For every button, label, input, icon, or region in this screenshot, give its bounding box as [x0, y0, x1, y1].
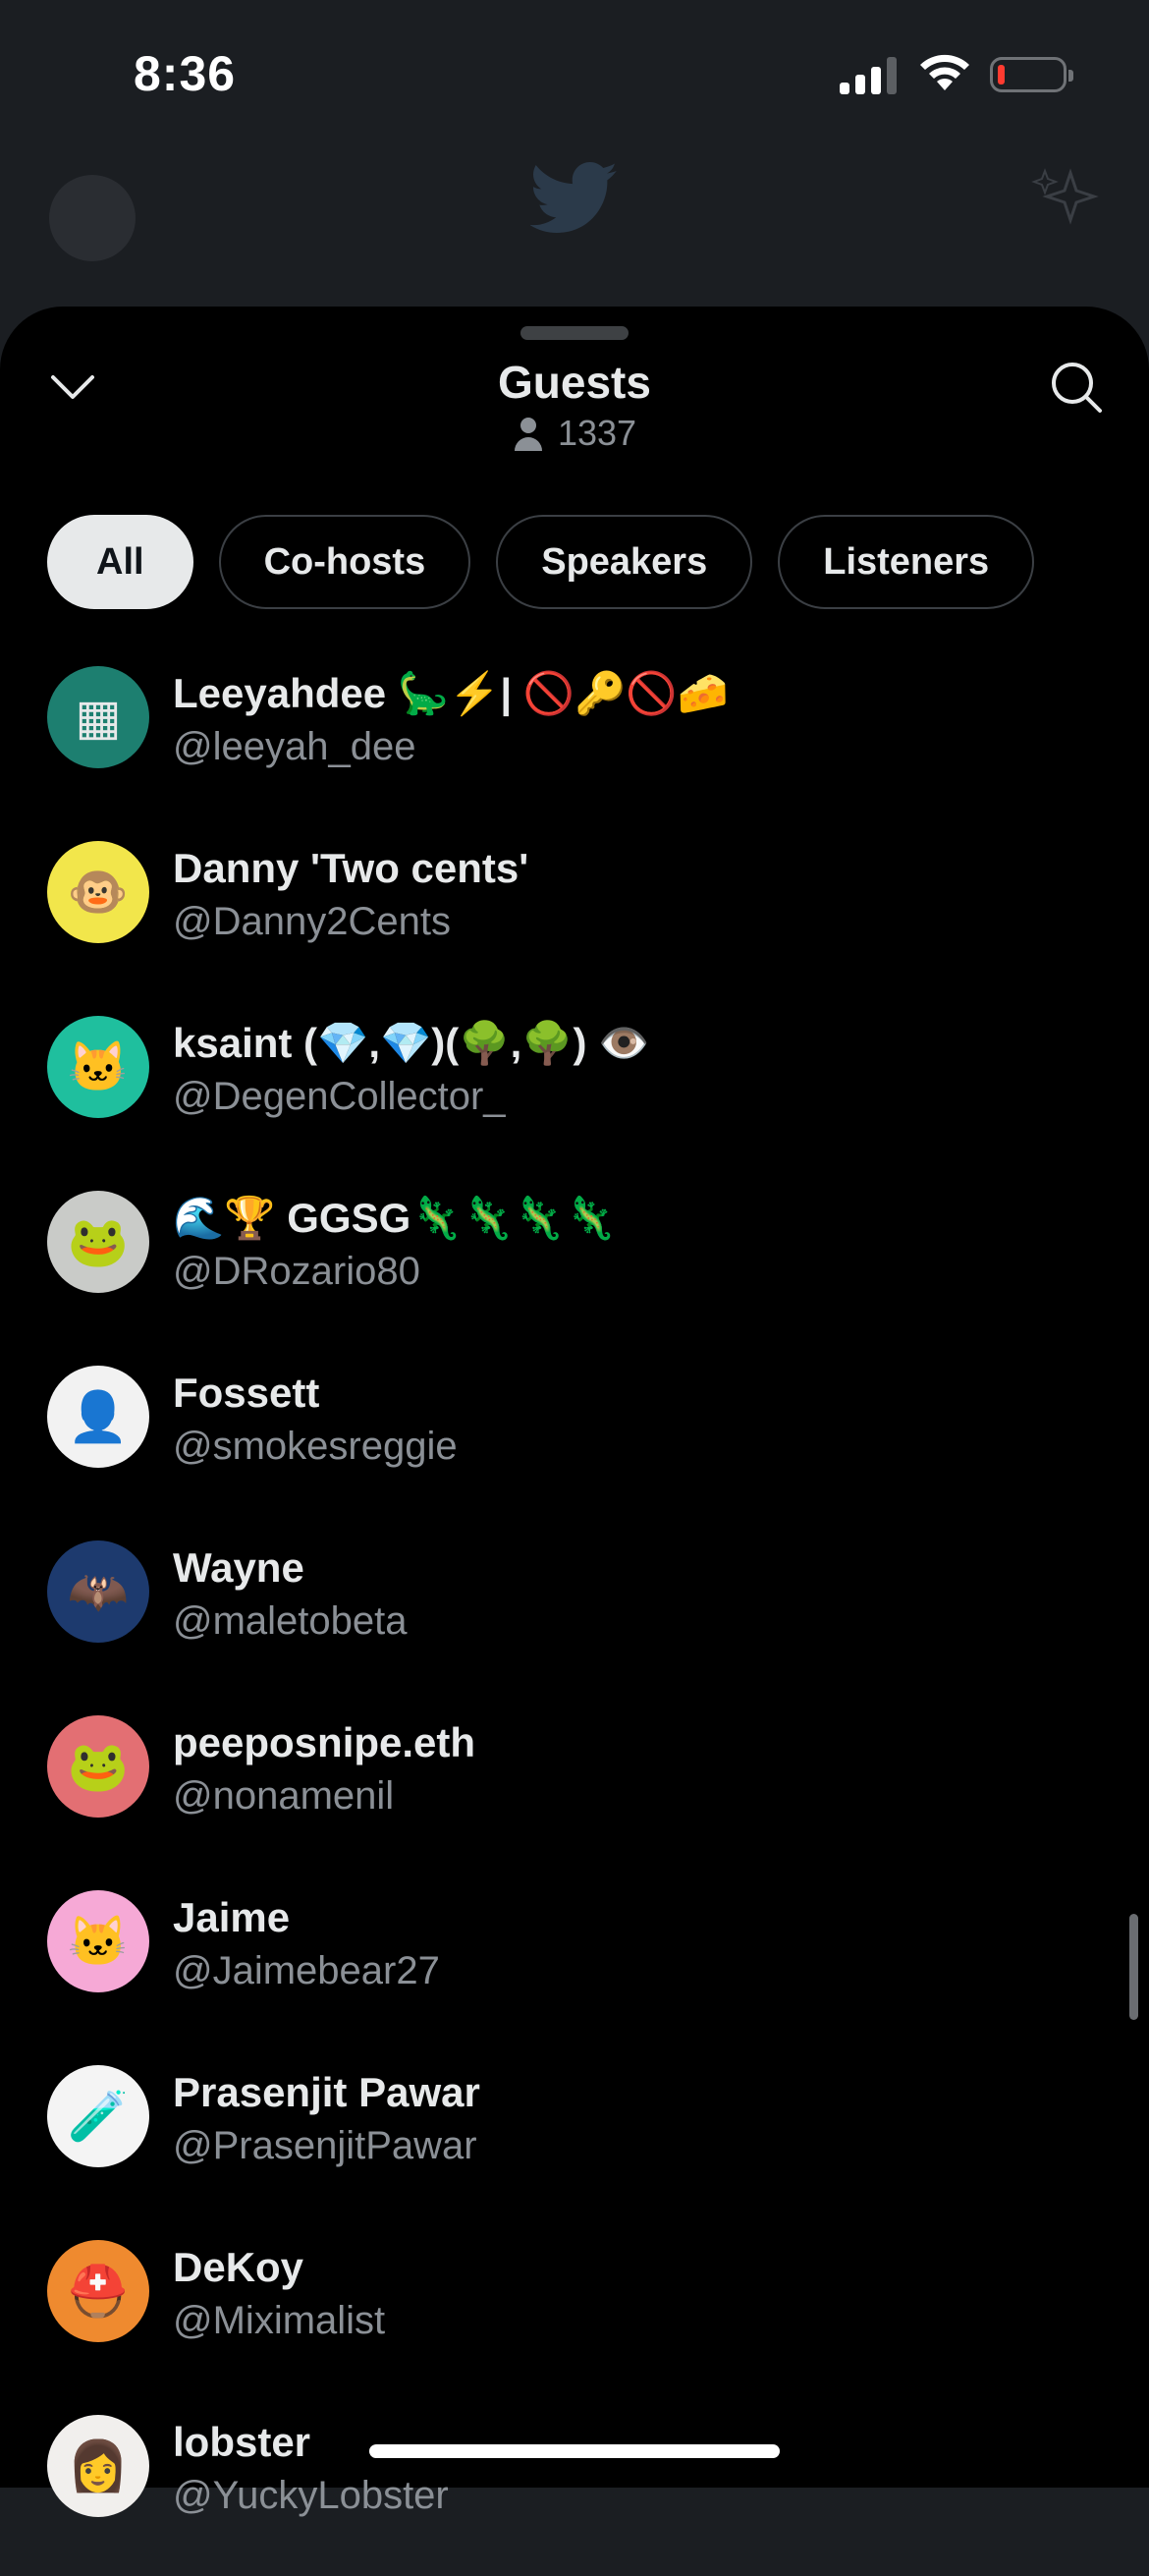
sheet-title: Guests: [498, 357, 651, 408]
guest-row[interactable]: 🧪 Prasenjit Pawar @PrasenjitPawar: [0, 2051, 1149, 2226]
guest-row[interactable]: ⛑️ DeKoy @Miximalist: [0, 2226, 1149, 2401]
guest-name: Wayne: [173, 1544, 304, 1591]
avatar[interactable]: 🐱: [47, 1016, 149, 1118]
guest-name: Leeyahdee 🦕⚡| 🚫🔑🚫🧀: [173, 670, 729, 716]
guest-list: ▦ Leeyahdee 🦕⚡| 🚫🔑🚫🧀 @leeyah_dee 🐵 Danny 'Tw…: [0, 652, 1149, 2576]
avatar[interactable]: 👤: [47, 1366, 149, 1468]
person-icon: [514, 418, 542, 451]
guest-row[interactable]: 🐵 Danny 'Two cents' @Danny2Cents: [0, 827, 1149, 1002]
battery-icon: [990, 57, 1073, 92]
guest-handle: @DegenCollector_: [173, 1075, 506, 1118]
guest-row[interactable]: 🦇 Wayne @maletobeta: [0, 1527, 1149, 1702]
guest-name: Prasenjit Pawar: [173, 2069, 480, 2115]
sparkle-icon: [1031, 168, 1099, 225]
guest-count: 1337: [0, 413, 1149, 454]
guest-handle: @smokesreggie: [173, 1425, 458, 1468]
guest-row[interactable]: 👩 lobster @YuckyLobster: [0, 2401, 1149, 2576]
filter-tabs: All Co-hosts Speakers Listeners: [47, 515, 1035, 609]
status-bar: 8:36: [0, 0, 1149, 147]
avatar[interactable]: ⛑️: [47, 2240, 149, 2342]
guest-name: Jaime: [173, 1894, 291, 1940]
tab-speakers[interactable]: Speakers: [496, 515, 753, 609]
guest-name: 🌊🏆 GGSG🦎🦎🦎🦎: [173, 1195, 617, 1241]
guest-handle: @DRozario80: [173, 1250, 420, 1293]
guest-name: Fossett: [173, 1370, 320, 1416]
avatar[interactable]: 🐸: [47, 1191, 149, 1293]
twitter-logo-icon: [530, 162, 618, 233]
background-avatar: [49, 175, 136, 261]
guest-row[interactable]: 🐸 peeposnipe.eth @nonamenil: [0, 1702, 1149, 1876]
cellular-signal-icon: [840, 57, 899, 94]
guest-row[interactable]: 🐱 ksaint (💎,💎)(🌳,🌳) 👁️ @DegenCollector_: [0, 1002, 1149, 1177]
guest-handle: @YuckyLobster: [173, 2474, 449, 2517]
guest-count-value: 1337: [557, 413, 637, 453]
avatar[interactable]: 👩: [47, 2415, 149, 2517]
guest-name: peeposnipe.eth: [173, 1719, 476, 1765]
home-indicator[interactable]: [369, 2444, 780, 2458]
guest-handle: @maletobeta: [173, 1599, 408, 1643]
avatar[interactable]: 🧪: [47, 2065, 149, 2167]
guest-handle: @Danny2Cents: [173, 900, 451, 943]
wifi-icon: [920, 54, 969, 90]
tab-co-hosts[interactable]: Co-hosts: [218, 515, 471, 609]
guest-handle: @leeyah_dee: [173, 725, 416, 768]
guest-row[interactable]: 👤 Fossett @smokesreggie: [0, 1352, 1149, 1527]
search-icon[interactable]: [1047, 358, 1106, 417]
guest-handle: @Jaimebear27: [173, 1949, 440, 1992]
status-time: 8:36: [134, 46, 237, 101]
guest-name: Danny 'Two cents': [173, 845, 529, 891]
avatar[interactable]: 🐱: [47, 1890, 149, 1992]
guest-row[interactable]: 🐸 🌊🏆 GGSG🦎🦎🦎🦎 @DRozario80: [0, 1177, 1149, 1352]
guest-name: lobster: [173, 2419, 311, 2465]
guest-handle: @nonamenil: [173, 1774, 395, 1818]
sheet-grabber[interactable]: [520, 326, 629, 340]
avatar[interactable]: 🐵: [47, 841, 149, 943]
tab-all[interactable]: All: [47, 515, 193, 609]
guest-name: DeKoy: [173, 2244, 304, 2290]
guests-sheet: Guests 1337 All Co-hosts Speakers Listen…: [0, 307, 1149, 2517]
scroll-indicator[interactable]: [1129, 1914, 1138, 2020]
guest-row[interactable]: 🐱 Jaime @Jaimebear27: [0, 1876, 1149, 2051]
avatar[interactable]: ▦: [47, 666, 149, 768]
guest-handle: @Miximalist: [173, 2299, 386, 2342]
guest-name: ksaint (💎,💎)(🌳,🌳) 👁️: [173, 1020, 650, 1066]
tab-listeners[interactable]: Listeners: [778, 515, 1035, 609]
guest-row[interactable]: ▦ Leeyahdee 🦕⚡| 🚫🔑🚫🧀 @leeyah_dee: [0, 652, 1149, 827]
avatar[interactable]: 🐸: [47, 1715, 149, 1818]
avatar[interactable]: 🦇: [47, 1540, 149, 1643]
guest-handle: @PrasenjitPawar: [173, 2124, 477, 2167]
